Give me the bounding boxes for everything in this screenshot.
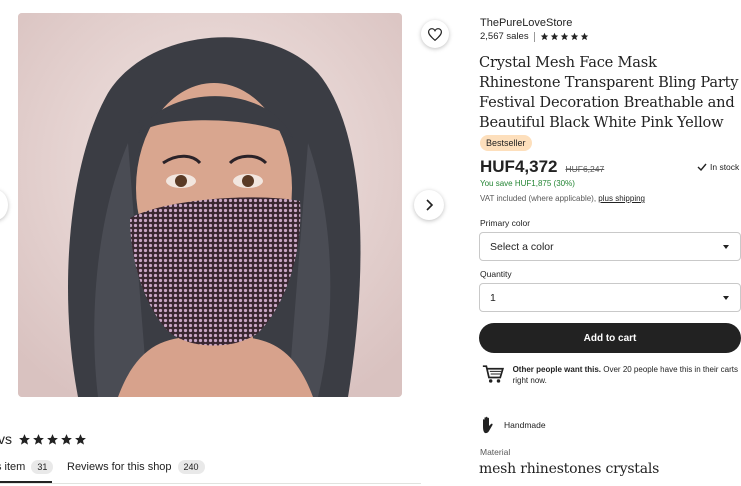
- previous-image-button[interactable]: [0, 190, 8, 220]
- price-row: HUF4,372 HUF6,247: [480, 157, 604, 177]
- tab-reviews-shop-label: Reviews for this shop: [67, 460, 172, 473]
- tab-reviews-item-label: s item: [0, 460, 26, 473]
- vat-note: VAT included (where applicable), plus sh…: [480, 194, 645, 203]
- product-title: Crystal Mesh Face Mask Rhinestone Transp…: [479, 54, 739, 131]
- reviews-rating: [18, 433, 87, 446]
- star-icon: [550, 32, 558, 41]
- color-select[interactable]: Select a color: [479, 232, 741, 261]
- shipping-link[interactable]: plus shipping: [598, 194, 645, 203]
- product-image[interactable]: [18, 13, 402, 397]
- tab-reviews-shop-count: 240: [177, 459, 205, 474]
- favorite-button[interactable]: [421, 20, 449, 48]
- divider: [533, 31, 535, 42]
- star-icon: [75, 433, 86, 445]
- stock-status: In stock: [697, 162, 739, 172]
- tab-reviews-shop[interactable]: Reviews for this shop 240: [67, 458, 205, 475]
- heart-icon: [428, 27, 442, 41]
- vat-text: VAT included (where applicable),: [480, 194, 597, 203]
- cart-demand-note: Other people want this. Over 20 people h…: [482, 362, 740, 386]
- quantity-select[interactable]: 1: [479, 283, 741, 312]
- reviews-heading: vs: [0, 431, 87, 447]
- handmade-label: Handmade: [504, 420, 546, 430]
- quantity-select-value: 1: [490, 291, 496, 304]
- shop-name[interactable]: ThePureLoveStore: [480, 17, 572, 29]
- active-tab-indicator: [0, 481, 52, 483]
- cart-icon: [482, 365, 505, 383]
- star-icon: [33, 433, 44, 445]
- cart-note-text: Other people want this. Over 20 people h…: [513, 362, 740, 386]
- tab-reviews-item[interactable]: s item 31: [0, 458, 54, 475]
- handmade-highlight: Handmade: [480, 416, 546, 434]
- reviews-tabs: s item 31 Reviews for this shop 240: [0, 458, 421, 484]
- color-label: Primary color: [480, 218, 531, 228]
- material-label: Material: [480, 447, 511, 457]
- add-to-cart-button[interactable]: Add to cart: [479, 323, 741, 353]
- chevron-right-icon: [426, 199, 434, 211]
- star-icon: [560, 32, 568, 41]
- star-icon: [580, 32, 588, 41]
- color-select-value: Select a color: [490, 240, 554, 253]
- hand-icon: [483, 416, 493, 434]
- shop-sales: 2,567 sales: [480, 31, 529, 42]
- bestseller-badge: Bestseller: [480, 135, 532, 151]
- quantity-label: Quantity: [480, 269, 512, 279]
- star-icon: [570, 32, 578, 41]
- next-image-button[interactable]: [414, 190, 444, 220]
- material-value: mesh rhinestones crystals: [479, 461, 660, 477]
- current-price: HUF4,372: [480, 157, 558, 176]
- star-icon: [61, 433, 72, 445]
- tab-reviews-item-count: 31: [31, 459, 54, 474]
- cart-note-bold: Other people want this.: [512, 365, 602, 374]
- star-icon: [19, 433, 30, 445]
- chevron-down-icon: [723, 244, 729, 249]
- original-price: HUF6,247: [565, 164, 605, 174]
- star-icon: [540, 32, 548, 41]
- reviews-heading-label: vs: [0, 431, 12, 447]
- shop-meta: 2,567 sales: [480, 31, 589, 42]
- shop-rating[interactable]: [540, 32, 589, 41]
- product-photo: [18, 13, 402, 397]
- chevron-down-icon: [723, 295, 729, 300]
- savings-text: You save HUF1,875 (30%): [480, 179, 575, 188]
- check-icon: [697, 163, 707, 171]
- star-icon: [47, 433, 58, 445]
- stock-label: In stock: [710, 162, 740, 172]
